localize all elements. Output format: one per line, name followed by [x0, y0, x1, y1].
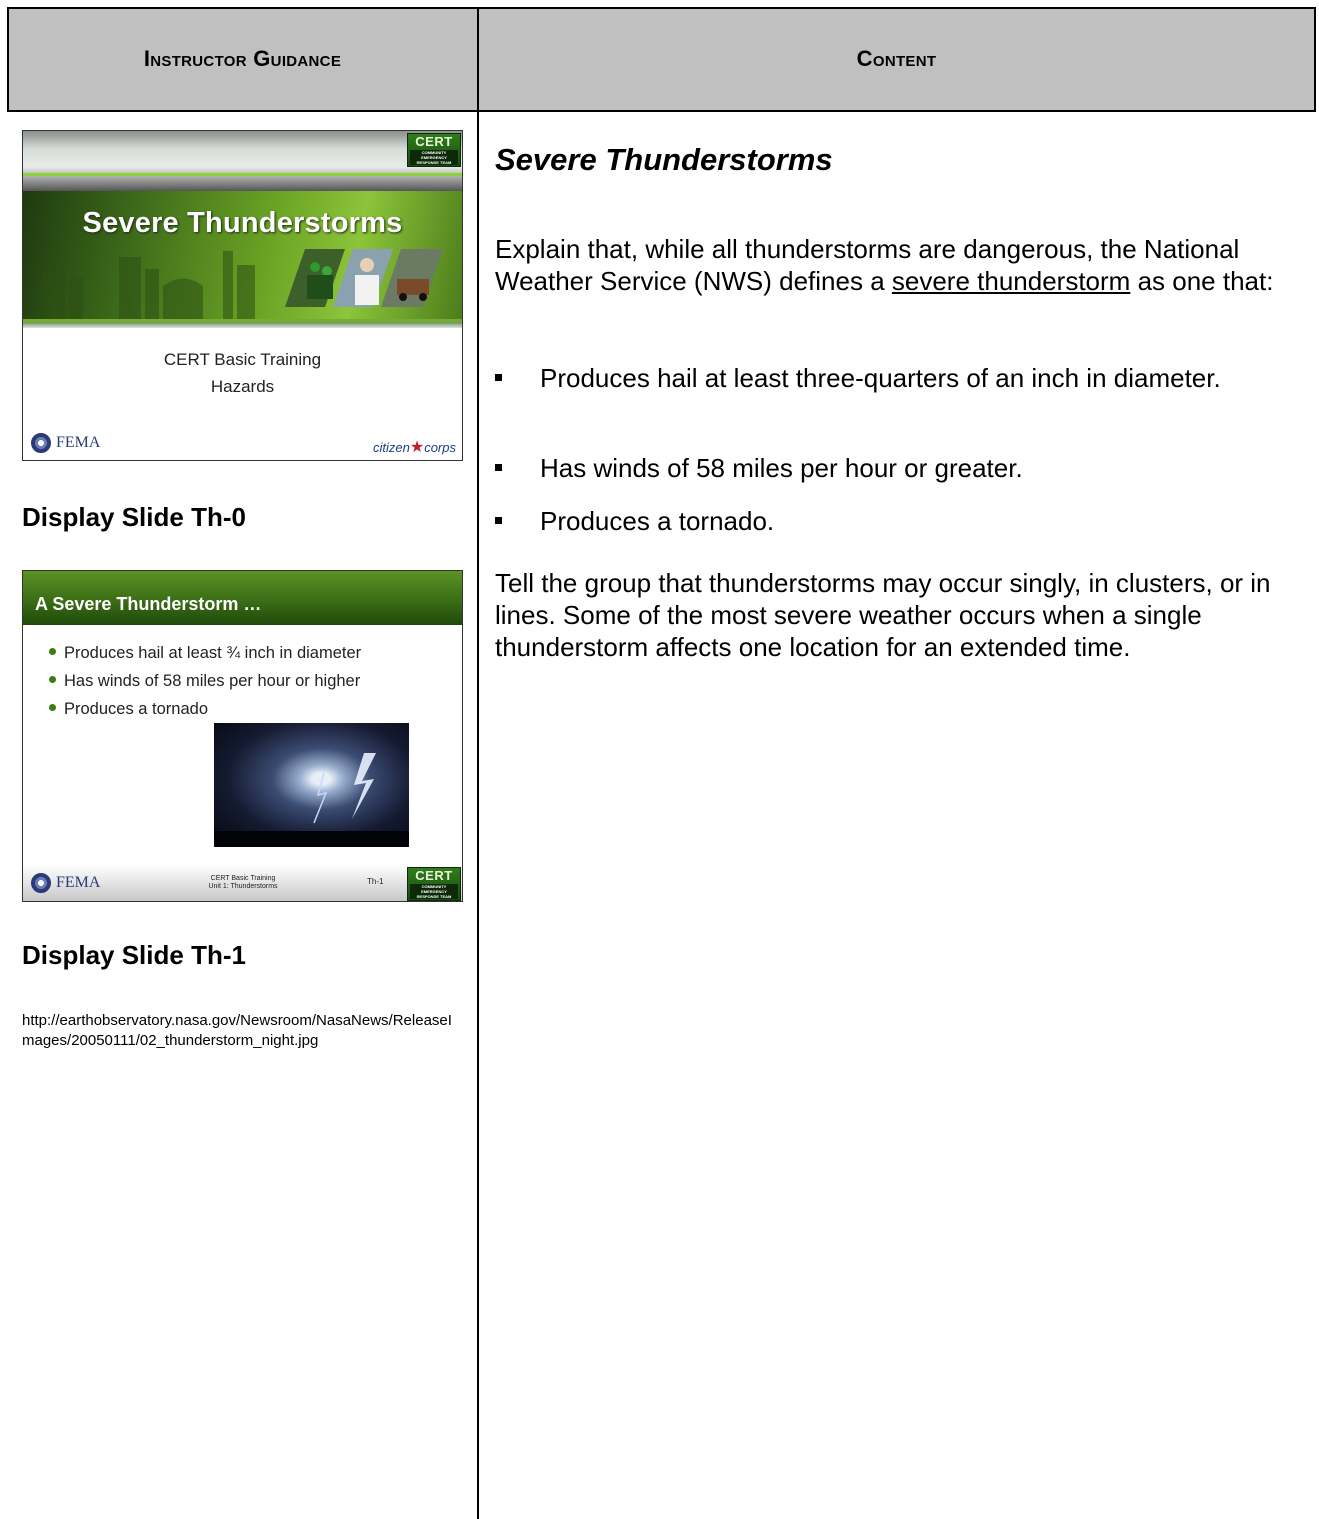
bullet-dot-icon — [49, 676, 56, 684]
image-source-url: http://earthobservatory.nasa.gov/Newsroo… — [22, 1012, 452, 1049]
cert-logo: CERT COMMUNITY EMERGENCY RESPONSE TEAM — [407, 867, 461, 901]
list-item: Produces hail at least ¾ inch in diamete… — [49, 639, 361, 667]
closing-paragraph: Tell the group that thunderstorms may oc… — [495, 568, 1271, 662]
star-icon: ★ — [409, 439, 425, 456]
cert-logo: CERT COMMUNITY EMERGENCY RESPONSE TEAM — [407, 133, 461, 167]
bullet-text: Produces hail at least three-quarters of… — [540, 363, 1221, 393]
cert-logo-text: CERT — [415, 868, 453, 883]
list-item: Has winds of 58 miles per hour or higher — [49, 667, 361, 695]
content-heading: Severe Thunderstorms — [495, 142, 833, 177]
bullet-text: Has winds of 58 miles per hour or higher — [64, 672, 361, 690]
bullet-text: Has winds of 58 miles per hour or greate… — [540, 453, 1023, 483]
square-bullet-icon — [495, 517, 502, 524]
header-instructor-guidance: Instructor Guidance — [143, 46, 342, 71]
table-border-right — [1314, 7, 1316, 112]
slide-footer-caption: CERT Basic Training Unit 1: Thunderstorm… — [173, 875, 313, 891]
cert-logo-subtext: COMMUNITY EMERGENCY RESPONSE TEAM — [410, 150, 458, 165]
slide-th-1-thumbnail: A Severe Thunderstorm … Produces hail at… — [22, 570, 463, 902]
citizen-corps-text-left: citizen — [373, 440, 410, 455]
fema-logo-text: FEMA — [56, 874, 101, 891]
slide-th-1-title: A Severe Thunderstorm … — [35, 594, 262, 614]
dhs-seal-icon — [31, 433, 51, 453]
cert-logo-subtext: COMMUNITY EMERGENCY RESPONSE TEAM — [410, 884, 458, 899]
citizen-corps-text-right: corps — [424, 440, 456, 455]
table-border-header-bottom — [8, 110, 1315, 112]
footer-line-1: CERT Basic Training — [210, 875, 276, 882]
column-divider — [477, 7, 479, 1519]
header-content: Content — [856, 46, 937, 71]
slide-th-1-label: Display Slide Th-1 — [22, 940, 246, 970]
footer-line-2: Unit 1: Thunderstorms — [208, 883, 278, 890]
responders-photo-strip — [285, 249, 443, 307]
table-border-top — [8, 7, 1315, 9]
defined-term: severe thunderstorm — [891, 266, 1131, 296]
fema-logo: FEMA — [31, 433, 100, 453]
cert-logo-text: CERT — [415, 134, 453, 149]
slide-th-0-title: Severe Thunderstorms — [82, 207, 403, 239]
intro-text-after: as one that: — [1130, 266, 1274, 296]
square-bullet-icon — [495, 464, 502, 471]
bullet-dot-icon — [49, 704, 56, 712]
bullet-text: Produces a tornado. — [540, 506, 775, 536]
intro-paragraph: Explain that, while all thunderstorms ar… — [495, 233, 1295, 297]
slide-th-0-thumbnail: Severe Thunderstorms CERT Basic Training… — [22, 130, 463, 461]
slide-number: Th-1 — [367, 877, 384, 886]
square-bullet-icon — [495, 374, 502, 381]
slide-th-0-label: Display Slide Th-0 — [22, 502, 246, 532]
list-item: Produces a tornado — [49, 695, 361, 723]
slide-th-1-bullets: Produces hail at least ¾ inch in diamete… — [49, 639, 361, 723]
slide-th-0-subtitle-line2: Hazards — [210, 377, 275, 396]
fema-logo: FEMA — [31, 873, 100, 893]
fema-logo-text: FEMA — [56, 434, 101, 451]
lightning-photo — [214, 723, 409, 847]
dhs-seal-icon — [31, 873, 51, 893]
bullet-text: Produces a tornado — [64, 700, 209, 718]
slide-lower-band — [23, 322, 462, 328]
slide-accent-line — [23, 173, 462, 176]
citizen-corps-logo: citizen★corps — [373, 437, 456, 457]
slide-th-0-subtitle-line1: CERT Basic Training — [163, 350, 322, 369]
bullet-text: Produces hail at least ¾ inch in diamete… — [64, 644, 362, 662]
bullet-dot-icon — [49, 648, 56, 656]
slide-top-band — [23, 131, 462, 191]
lightning-bolt-icon — [214, 753, 409, 847]
